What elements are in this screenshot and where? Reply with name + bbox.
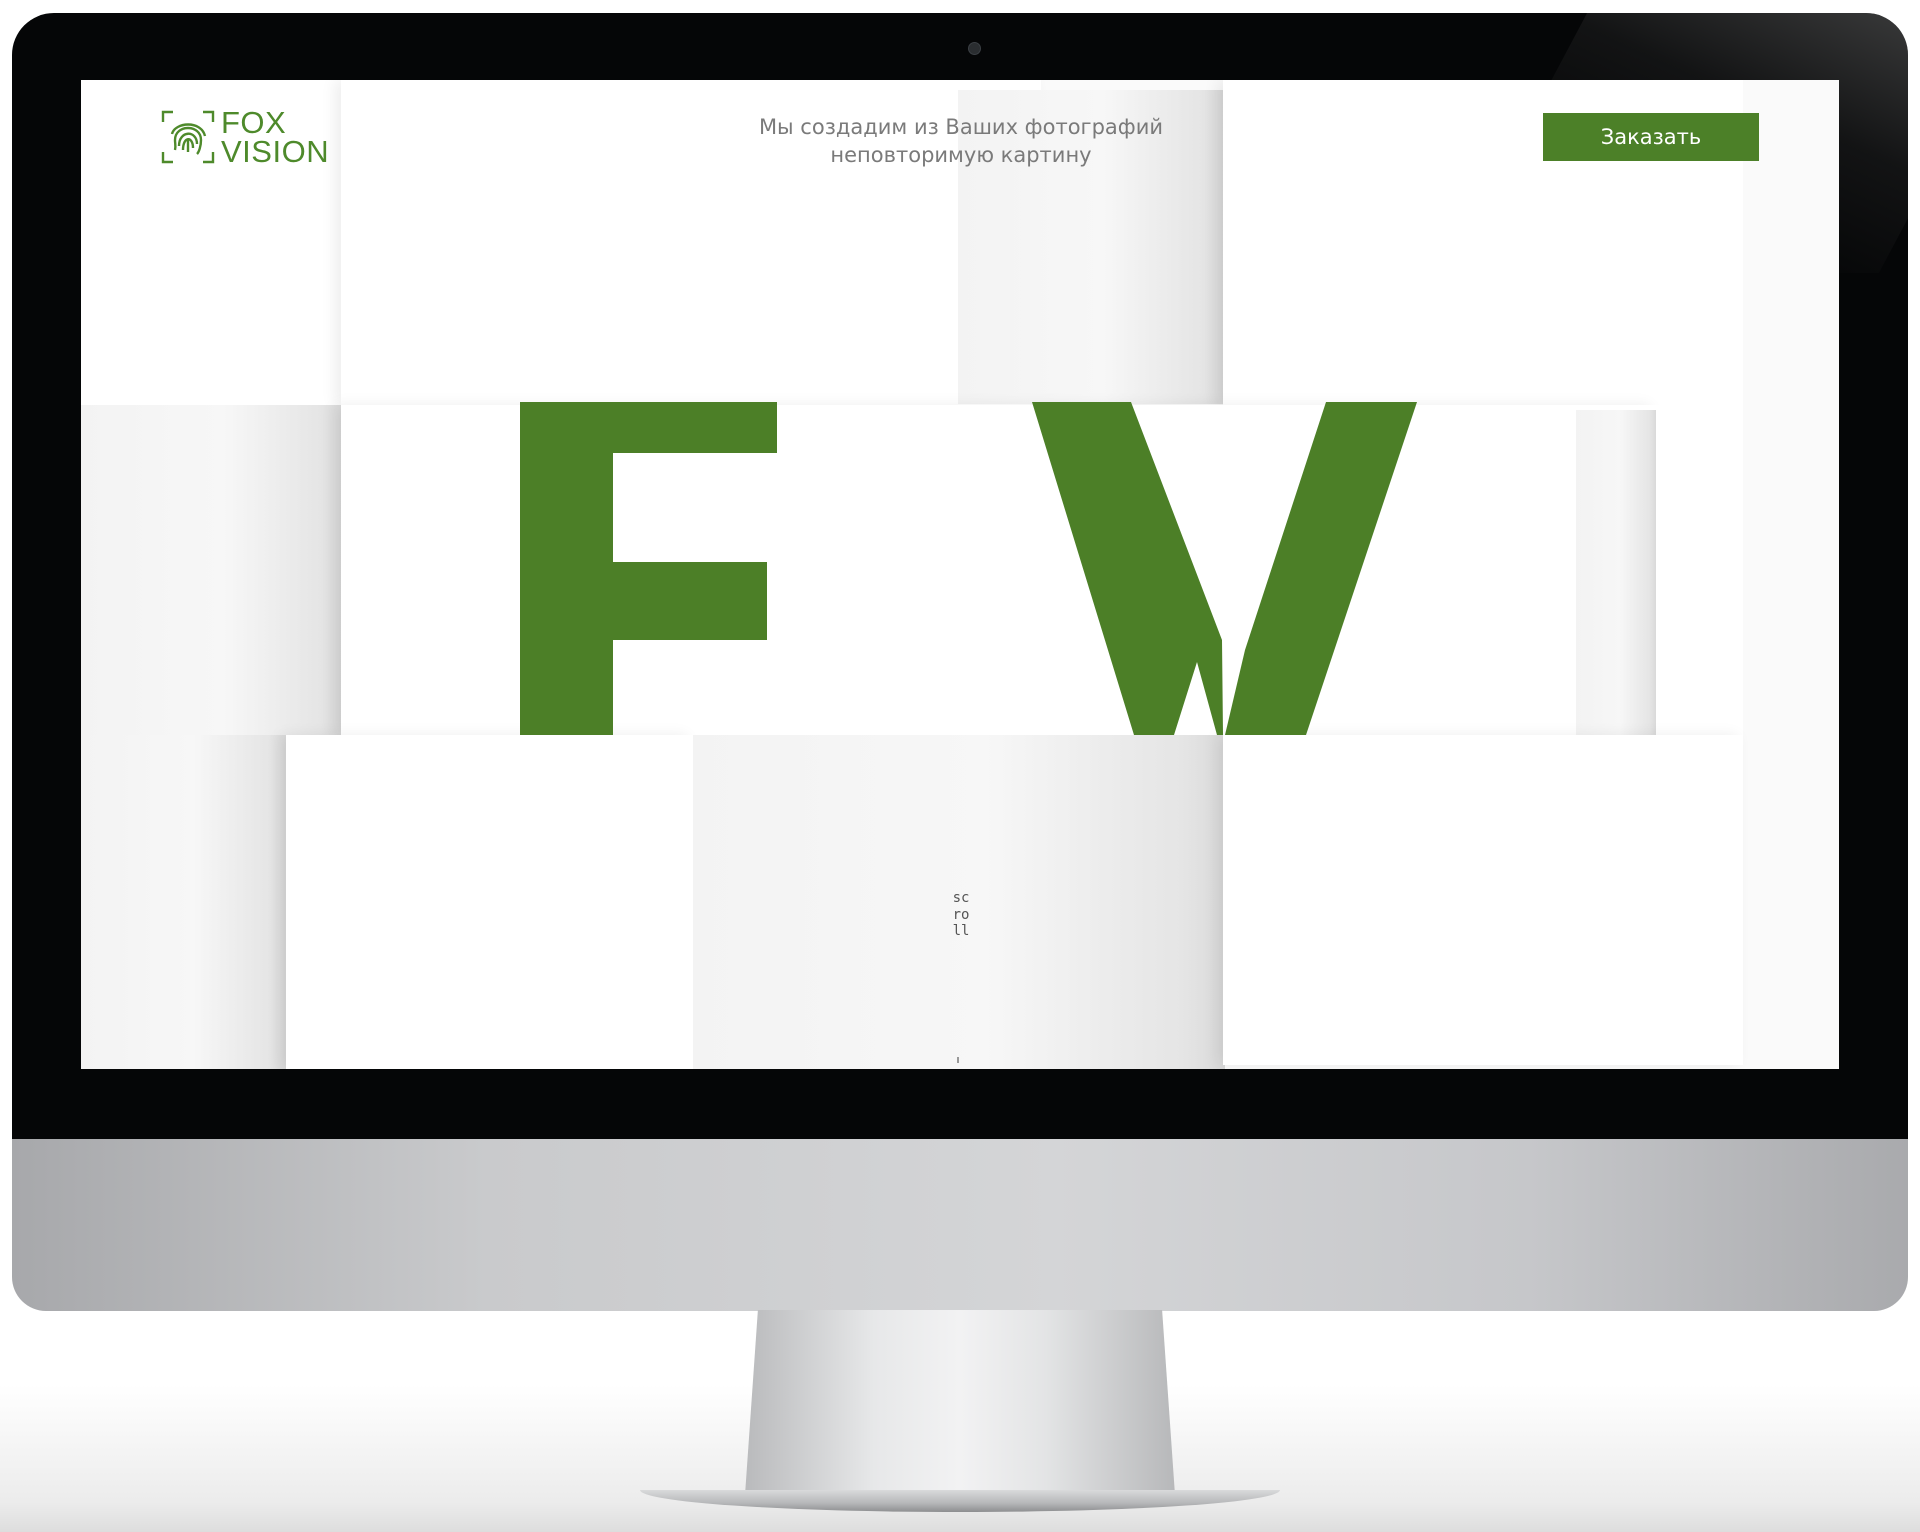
brand-name: FOX VISION — [221, 105, 330, 169]
bg-tile — [1743, 80, 1839, 1069]
monitor-chin — [12, 1139, 1908, 1311]
website-screen: FOX VISION Мы создадим из Ваших фотограф… — [81, 80, 1839, 1069]
bg-tile — [286, 735, 693, 1069]
order-button[interactable]: Заказать — [1543, 113, 1759, 161]
bg-tile — [1223, 735, 1743, 1065]
tagline-line-2: неповторимую картину — [830, 143, 1092, 167]
camera-icon — [968, 42, 981, 55]
bg-tile — [81, 405, 341, 735]
tagline-line-1: Мы создадим из Ваших фотографий — [758, 115, 1164, 139]
header-tagline: Мы создадим из Ваших фотографий неповтор… — [661, 113, 1261, 169]
bg-tile — [341, 405, 1656, 735]
monitor-stand — [745, 1310, 1175, 1495]
scroll-indicator-line — [957, 1057, 959, 1063]
bg-tile — [1656, 405, 1743, 735]
brand-logo[interactable]: FOX VISION — [161, 105, 330, 169]
bg-tile — [1576, 410, 1656, 735]
scroll-hint[interactable]: scroll — [952, 890, 970, 940]
fingerprint-frame-icon — [161, 110, 215, 164]
bg-tile — [81, 735, 286, 1069]
brand-line-1: FOX — [221, 105, 287, 140]
brand-line-2: VISION — [221, 134, 330, 169]
